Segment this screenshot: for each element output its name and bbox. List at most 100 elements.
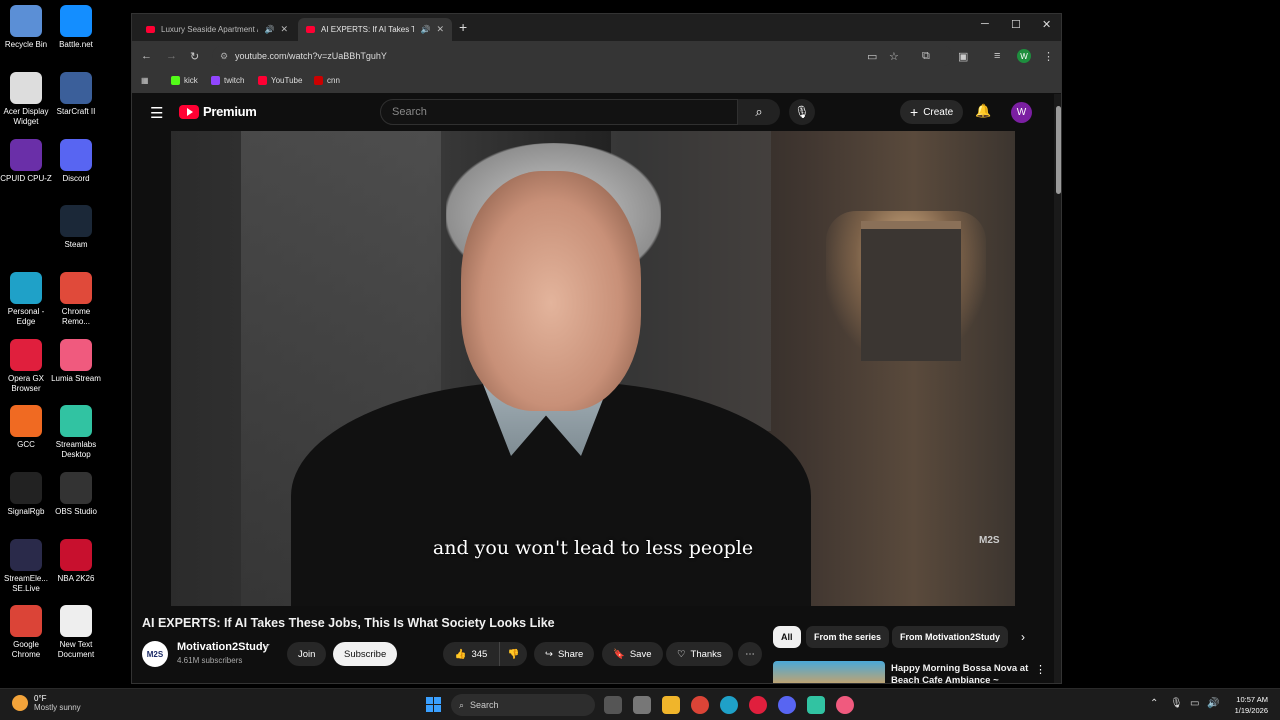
youtube-page: ☰ Premium Search ⌕ 🎙 + Create 🔔 W and yo… [132, 94, 1061, 683]
chevron-up-icon[interactable]: ⌃ [1150, 698, 1158, 709]
new-tab-button[interactable]: + [459, 19, 467, 35]
network-icon[interactable]: ▭ [1190, 698, 1199, 709]
desktop-icon[interactable]: StarCraft II [50, 72, 102, 117]
streamlabs-taskbar-icon[interactable] [807, 696, 825, 714]
recommended-thumbnail[interactable] [773, 661, 885, 683]
chevron-right-icon[interactable]: › [1021, 630, 1025, 644]
notifications-bell-icon[interactable]: 🔔 [975, 103, 991, 119]
task-view-icon[interactable] [604, 696, 622, 714]
browser-menu-icon[interactable]: ⋮ [1043, 50, 1054, 63]
desktop-icon[interactable]: Battle.net [50, 5, 102, 50]
profile-avatar[interactable]: W [1017, 49, 1031, 63]
tab-strip: Luxury Seaside Apartment / 🔊 ✕ AI EXPERT… [132, 14, 1061, 41]
app-icon [10, 72, 42, 104]
desktop-icon[interactable]: GCC [0, 405, 52, 450]
desktop-icon[interactable]: CPUID CPU-Z [0, 139, 52, 184]
search-input[interactable]: Search [380, 99, 738, 125]
chrome-taskbar-icon[interactable] [691, 696, 709, 714]
desktop-icon[interactable]: Opera GX Browser [0, 339, 52, 394]
edge-taskbar-icon[interactable] [720, 696, 738, 714]
chip-all[interactable]: All [773, 626, 801, 648]
tab-ai-experts[interactable]: AI EXPERTS: If AI Takes The: 🔊 ✕ [298, 18, 452, 41]
discord-taskbar-icon[interactable] [778, 696, 796, 714]
hamburger-menu-icon[interactable]: ☰ [150, 104, 163, 122]
desktop-icon[interactable]: Discord [50, 139, 102, 184]
volume-icon[interactable]: 🔊 [1207, 698, 1219, 709]
maximize-button[interactable]: ☐ [1011, 18, 1021, 31]
speaker-icon[interactable]: 🔊 [420, 25, 430, 34]
forward-icon[interactable]: → [166, 50, 177, 62]
bookmark-cnn[interactable]: cnn [314, 76, 340, 85]
join-button[interactable]: Join [287, 642, 327, 666]
bookmark-star-icon[interactable]: ☆ [889, 50, 899, 63]
dislike-button[interactable]: 👎 [499, 642, 527, 666]
like-count: 345 [471, 648, 488, 660]
cast-icon[interactable]: ▭ [867, 50, 877, 63]
subscribe-button[interactable]: Subscribe [333, 642, 398, 666]
reading-list-icon[interactable]: ≡ [994, 50, 1000, 62]
desktop-icon[interactable]: New Text Document [50, 605, 102, 660]
tab-luxury-seaside[interactable]: Luxury Seaside Apartment / 🔊 ✕ [138, 18, 296, 41]
share-button[interactable]: ↪ Share [534, 642, 595, 666]
clock[interactable]: 10:57 AM 1/19/2026 [1228, 694, 1268, 716]
channel-name[interactable]: Motivation2Study [177, 641, 269, 653]
desktop-icon[interactable]: Acer Display Widget [0, 72, 52, 127]
tab-close-icon[interactable]: ✕ [280, 24, 288, 35]
address-bar[interactable]: ⚙ youtube.com/watch?v=zUaBBhTguhY [212, 46, 953, 66]
save-button[interactable]: 🔖 Save [602, 642, 663, 666]
widgets-icon[interactable] [633, 696, 651, 714]
page-scrollbar[interactable] [1054, 94, 1061, 683]
kebab-menu-icon[interactable]: ⋮ [1035, 663, 1046, 676]
desktop-icon-label: Streamlabs Desktop [55, 440, 97, 459]
desktop-icon[interactable]: SignalRgb [0, 472, 52, 517]
bookmark-youtube[interactable]: YouTube [258, 76, 302, 85]
chip-from-series[interactable]: From the series [806, 626, 890, 648]
speaker-icon[interactable]: 🔊 [264, 25, 274, 34]
like-button[interactable]: 👍 345 [443, 642, 499, 666]
scrollbar-thumb[interactable] [1056, 106, 1061, 194]
microphone-tray-icon[interactable]: 🎙 [1170, 698, 1183, 709]
more-actions-button[interactable]: ⋯ [738, 642, 762, 666]
file-explorer-icon[interactable] [662, 696, 680, 714]
desktop-icon[interactable]: OBS Studio [50, 472, 102, 517]
recommended-title[interactable]: Happy Morning Bossa Nova at Beach Cafe A… [891, 663, 1031, 683]
start-button[interactable] [426, 697, 441, 712]
search-button[interactable]: ⌕ [738, 99, 780, 125]
recommended-video[interactable]: Happy Morning Bossa Nova at Beach Cafe A… [773, 661, 1053, 683]
apps-grid-icon[interactable]: ▦ [141, 76, 149, 85]
desktop-icon[interactable]: Lumia Stream [50, 339, 102, 384]
bookmark-kick[interactable]: kick [171, 76, 198, 85]
create-button[interactable]: + Create [900, 100, 964, 124]
close-window-button[interactable]: ✕ [1042, 18, 1051, 31]
minimize-button[interactable]: ─ [981, 18, 989, 30]
chip-from-channel[interactable]: From Motivation2Study [892, 626, 1009, 648]
desktop-icon-label: OBS Studio [55, 507, 97, 516]
channel-watermark[interactable]: M2S [979, 535, 1000, 546]
desktop-icon[interactable]: Personal - Edge [0, 272, 52, 327]
taskbar-search[interactable]: ⌕ Search [451, 694, 595, 716]
tab-close-icon[interactable]: ✕ [436, 24, 444, 35]
account-avatar[interactable]: W [1011, 102, 1032, 123]
back-icon[interactable]: ← [141, 50, 152, 62]
youtube-premium-logo[interactable]: Premium [179, 104, 257, 119]
weather-widget[interactable]: 0°F Mostly sunny [12, 694, 81, 712]
site-info-icon[interactable]: ⚙ [220, 51, 228, 62]
desktop-icon[interactable]: StreamEle... SE.Live [0, 539, 52, 594]
lumia-taskbar-icon[interactable] [836, 696, 854, 714]
desktop-icon[interactable]: Google Chrome [0, 605, 52, 660]
extensions-icon[interactable]: ⧉ [922, 50, 930, 63]
split-view-icon[interactable]: ▣ [958, 50, 968, 63]
desktop-icon[interactable]: NBA 2K26 [50, 539, 102, 584]
channel-avatar[interactable]: M2S [142, 641, 168, 667]
voice-search-button[interactable]: 🎙 [789, 99, 815, 125]
thanks-button[interactable]: ♡ Thanks [666, 642, 733, 666]
bookmark-twitch[interactable]: twitch [211, 76, 244, 85]
reload-icon[interactable]: ↻ [190, 50, 199, 63]
opera-gx-taskbar-icon[interactable] [749, 696, 767, 714]
desktop-icon[interactable]: Streamlabs Desktop [50, 405, 102, 460]
desktop-icon[interactable]: Steam [50, 205, 102, 250]
time: 10:57 AM [1236, 695, 1268, 704]
video-player[interactable]: and you won't lead to less people [171, 131, 1015, 606]
desktop-icon[interactable]: Chrome Remo... [50, 272, 102, 327]
desktop-icon[interactable]: Recycle Bin [0, 5, 52, 50]
